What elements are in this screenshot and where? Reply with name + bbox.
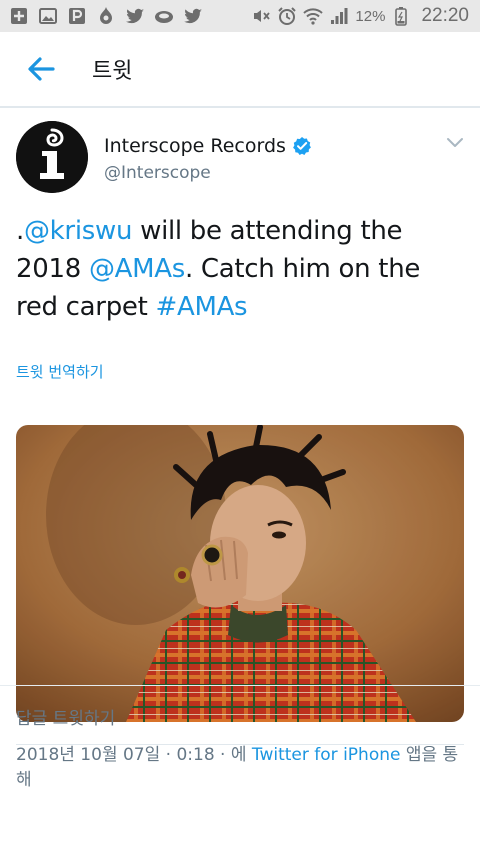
verified-badge-icon [292,136,312,156]
page-title: 트윗 [92,59,133,84]
translate-tweet-link[interactable]: 트윗 번역하기 [16,361,104,382]
reply-underline [16,744,464,745]
signal-icon [329,6,349,26]
author-display-name[interactable]: Interscope Records [104,135,286,157]
tweet-timestamp: 2018년 10월 07일 · 0:18 · 에 [16,745,252,765]
reply-input[interactable]: 답글 트윗하기 [0,686,480,746]
tweet-meta: 2018년 10월 07일 · 0:18 · 에 Twitter for iPh… [16,743,464,793]
image-icon [38,6,58,26]
alarm-icon [277,6,297,26]
wifi-icon [303,6,324,26]
cloud-icon [154,6,174,26]
status-bar-system: 12% 22:20 [251,5,480,27]
tweet-source-link[interactable]: Twitter for iPhone [252,745,401,765]
reply-placeholder: 답글 트윗하기 [16,708,116,729]
avatar[interactable] [16,121,88,193]
battery-icon [391,6,411,26]
arrow-left-icon [28,57,55,81]
tweet-text: .@kriswu will be attending the 2018 @AMA… [16,212,464,326]
tweet-text-segment: . [16,216,24,246]
status-bar: 12% 22:20 [0,0,480,32]
twitter-bird-icon [125,6,145,26]
plus-box-icon [9,6,29,26]
mention-link[interactable]: @AMAs [89,254,185,284]
chevron-down-icon [447,138,463,147]
battery-percent: 12% [355,7,386,25]
author-name-row: Interscope Records [104,135,312,157]
status-clock: 22:20 [421,5,469,26]
mention-link[interactable]: @kriswu [24,216,132,246]
author-handle[interactable]: @Interscope [104,163,211,183]
hashtag-link[interactable]: #AMAs [155,292,247,322]
p-logo-icon [67,6,87,26]
back-button[interactable] [24,52,58,86]
fire-drop-icon [96,6,116,26]
status-bar-notifications [0,6,203,26]
twitter-bird-icon [183,6,203,26]
tweet-photo[interactable] [16,425,464,722]
mute-icon [251,6,271,26]
interscope-logo-icon [16,121,88,193]
tweet-options-button[interactable] [444,132,466,154]
app-header: 트윗 [0,32,480,108]
